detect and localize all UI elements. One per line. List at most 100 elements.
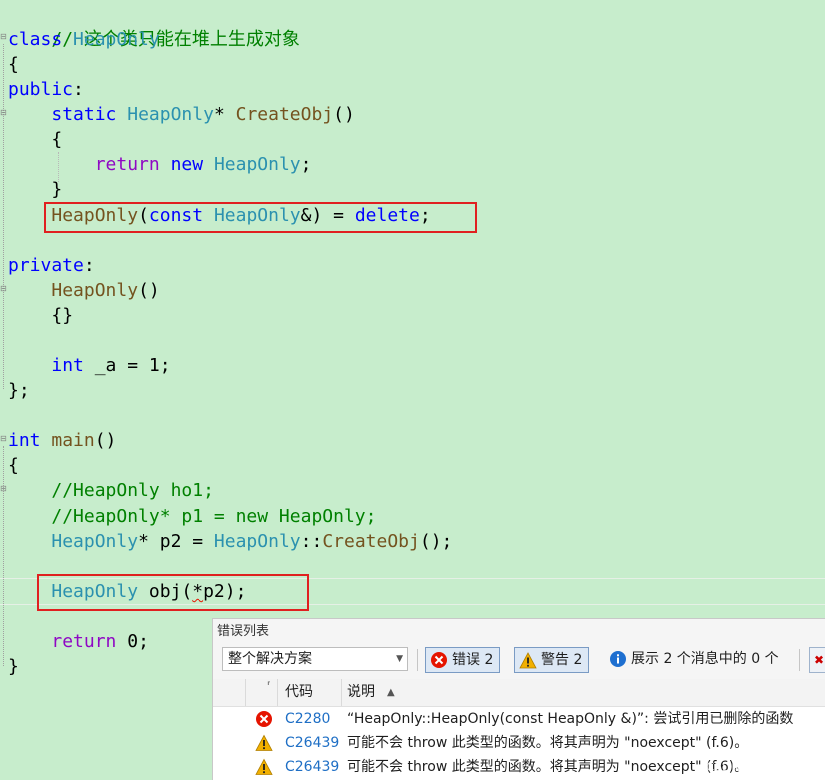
fold-rail (3, 446, 4, 666)
code-comment: //HeapOnly* p1 = new HeapOnly; (51, 506, 377, 527)
code-line-7: return new HeapOnly; (8, 152, 312, 177)
highlight-box-error-line (37, 574, 309, 611)
keyword-int: int (8, 430, 41, 451)
return-value: 0; (116, 631, 149, 652)
clear-filter-icon[interactable]: ✖ (809, 647, 825, 673)
empty-braces: {} (51, 305, 74, 326)
member-decl: _a = 1; (83, 355, 171, 376)
fold-collapse-icon[interactable]: ⊟ (0, 33, 7, 41)
type-name: HeapOnly (51, 531, 139, 552)
error-row[interactable]: C26439 可能不会 throw 此类型的函数。将其声明为 "noexcept… (213, 731, 825, 755)
grid-header: ⸢ 代码 说明 ▲ (213, 679, 825, 707)
error-icon (431, 652, 447, 668)
warning-icon (519, 651, 537, 668)
fold-collapse-icon[interactable]: ⊟ (0, 109, 7, 117)
parens: () (333, 104, 355, 125)
semicolon: ; (300, 154, 312, 175)
keyword-static: static (51, 104, 117, 125)
class-end: }; (8, 380, 30, 401)
scope-selected-value: 整个解决方案 (228, 651, 312, 667)
warning-icon (255, 734, 273, 751)
code-line-11: private: (8, 253, 95, 278)
code-line-2: class HeapOnly (8, 27, 160, 52)
function-name: CreateObj (235, 104, 334, 125)
keyword-return: return (94, 154, 160, 175)
messages-filter-button[interactable]: 展示 2 个消息中的 0 个 (609, 647, 779, 673)
code-line-4: public: (8, 77, 84, 102)
p2-decl: * p2 = (138, 531, 214, 552)
warnings-filter-button[interactable]: 警告 2 (514, 647, 590, 673)
error-description: “HeapOnly::HeapOnly(const HeapOnly &)”: … (347, 711, 794, 727)
fold-collapse-icon[interactable]: ⊟ (0, 435, 7, 443)
scope-op: :: (300, 531, 323, 552)
type-name: HeapOnly (73, 29, 160, 50)
warnings-count-label: 警告 2 (541, 652, 583, 668)
error-row[interactable]: C2280 “HeapOnly::HeapOnly(const HeapOnly… (213, 707, 825, 731)
code-line-16: }; (8, 378, 30, 403)
code-line-13: {} (8, 303, 73, 328)
brace: { (8, 455, 19, 476)
code-line-27: } (8, 654, 19, 679)
constructor-name: HeapOnly (51, 280, 139, 301)
call-end: (); (419, 531, 453, 552)
code-line-8: } (8, 177, 62, 202)
column-divider (341, 679, 342, 706)
sort-indicator-icon: ⸢ (267, 681, 271, 692)
parens: () (138, 280, 160, 301)
parens: () (94, 430, 117, 451)
function-name: CreateObj (322, 531, 420, 552)
brace: } (8, 656, 19, 677)
column-divider (277, 679, 278, 706)
fold-rail (3, 44, 4, 389)
error-code-link[interactable]: C2280 (285, 707, 330, 731)
code-line-22: HeapOnly* p2 = HeapOnly::CreateObj(); (8, 529, 452, 554)
error-list-panel: 错误列表 整个解决方案 ▼ 错误 2 警告 2 展示 2 个消息中的 0 个 ✖… (212, 618, 825, 780)
pointer-star: * (213, 104, 225, 125)
errors-filter-button[interactable]: 错误 2 (425, 647, 501, 673)
brace: { (51, 129, 63, 150)
keyword-class: class (8, 29, 63, 50)
error-description: 可能不会 throw 此类型的函数。将其声明为 "noexcept" (f.6)… (347, 759, 749, 775)
panel-title: 错误列表 (217, 624, 270, 639)
code-line-3: { (8, 52, 19, 77)
code-line-18: int main() (8, 428, 116, 453)
code-line-12: HeapOnly() (8, 278, 160, 303)
code-line-21: //HeapOnly* p1 = new HeapOnly; (8, 504, 376, 529)
keyword-new: new (170, 154, 204, 175)
error-code-link[interactable]: C26439 (285, 755, 339, 779)
info-icon (610, 651, 626, 667)
fold-collapse-icon[interactable]: ⊟ (0, 485, 7, 493)
toolbar-divider (417, 649, 418, 671)
fold-collapse-icon[interactable]: ⊟ (0, 285, 7, 293)
code-line-20: //HeapOnly ho1; (8, 478, 214, 503)
brace: } (51, 179, 63, 200)
type-name: HeapOnly (127, 104, 214, 125)
brace: { (8, 54, 19, 75)
error-list-toolbar: 整个解决方案 ▼ 错误 2 警告 2 展示 2 个消息中的 0 个 ✖ (213, 645, 825, 675)
type-name: HeapOnly (213, 154, 301, 175)
code-line-5: static HeapOnly* CreateObj() (8, 102, 355, 127)
keyword-private: private (8, 255, 84, 276)
scope-dropdown[interactable]: 整个解决方案 ▼ (222, 647, 408, 671)
sort-ascending-icon: ▲ (387, 687, 395, 698)
column-divider (245, 679, 246, 706)
keyword-return: return (51, 631, 117, 652)
code-comment: //HeapOnly ho1; (51, 480, 214, 501)
colon: : (83, 255, 95, 276)
column-header-description[interactable]: 说明 (347, 679, 375, 706)
code-line-15: int _a = 1; (8, 353, 171, 378)
chevron-down-icon: ▼ (396, 654, 403, 664)
type-name: HeapOnly (213, 531, 301, 552)
error-code-link[interactable]: C26439 (285, 731, 339, 755)
code-line-19: { (8, 453, 19, 478)
messages-count-label: 展示 2 个消息中的 0 个 (631, 651, 779, 667)
highlight-box-deleted-copy-ctor (44, 202, 477, 233)
errors-count-label: 错误 2 (452, 652, 494, 668)
code-line-26: return 0; (8, 629, 149, 654)
warning-icon (255, 758, 273, 775)
column-header-code[interactable]: 代码 (285, 679, 313, 706)
code-line-6: { (8, 127, 62, 152)
colon: : (73, 79, 84, 100)
keyword-int: int (51, 355, 84, 376)
toolbar-divider (799, 649, 800, 671)
